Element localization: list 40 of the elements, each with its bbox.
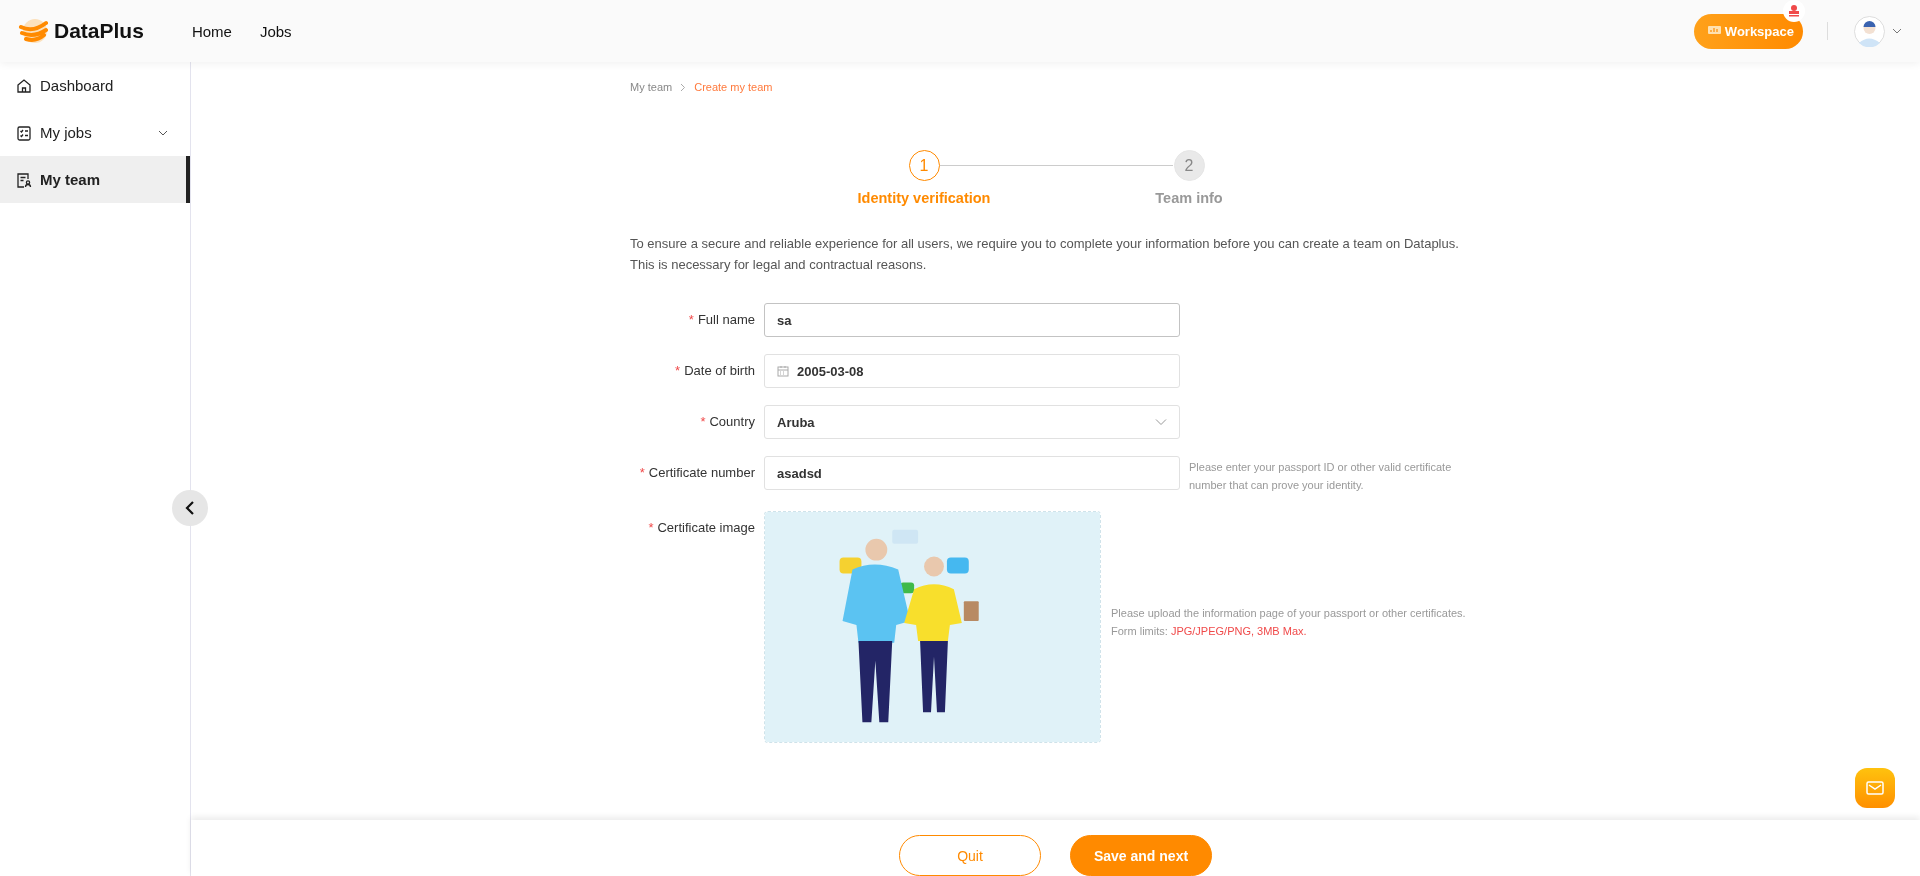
breadcrumb-item[interactable]: My team	[630, 81, 673, 93]
form-limits-label: Form limits:	[1111, 625, 1168, 637]
field-label: * Date of birth	[674, 362, 755, 380]
field-label: * Full name	[687, 311, 755, 329]
mail-icon	[1866, 781, 1884, 795]
sidebar-item[interactable]: My team	[0, 156, 190, 203]
step-number: 1	[908, 150, 940, 181]
chevron-down-icon	[1155, 418, 1167, 426]
text-field[interactable]: sa	[764, 303, 1180, 337]
step-label: Team info	[1155, 190, 1223, 206]
date-field[interactable]: 2005-03-08	[764, 354, 1180, 388]
checklist-icon	[16, 124, 32, 141]
form-limits-value: JPG/JPEG/PNG, 3MB Max.	[1170, 625, 1307, 637]
logo-icon	[18, 17, 48, 45]
brand-name: DataPlus	[54, 19, 144, 43]
text-field[interactable]: asadsd	[764, 456, 1180, 490]
chevron-down-icon[interactable]	[1892, 28, 1902, 34]
nav-link[interactable]: Jobs	[259, 22, 292, 40]
calendar-icon	[777, 365, 789, 377]
field-label: * Certificate number	[638, 464, 755, 482]
upload-hint: Please upload the information page of your passport or other certificates.	[1111, 606, 1466, 621]
field-label: * Certificate image	[647, 519, 755, 537]
sidebar-item[interactable]: Dashboard	[0, 62, 190, 109]
field-hint: Please enter your passport ID or other valid certificate number that can prove your identity.	[1189, 460, 1453, 493]
chevron-left-icon	[184, 500, 196, 516]
field-label: * Country	[699, 413, 755, 431]
step-label: Identity verification	[857, 190, 991, 206]
home-icon	[16, 77, 32, 94]
sidebar-item[interactable]: My jobs	[0, 109, 190, 156]
intro-text: To ensure a secure and reliable experience for all users, we require you to complete your information before you can create a team on Dataplus. This is necessary for legal and contractual reasons.	[630, 235, 1460, 274]
country-select[interactable]: Aruba	[764, 405, 1180, 439]
collapse-button[interactable]	[172, 490, 208, 526]
presentation-icon	[1707, 25, 1721, 37]
chevron-down-icon	[158, 129, 168, 136]
nav-link[interactable]: Home	[191, 22, 232, 40]
breadcrumb-item: Create my team	[694, 81, 773, 93]
step-number: 2	[1173, 150, 1205, 181]
document-person-icon	[16, 171, 32, 188]
chevron-right-icon	[680, 82, 687, 92]
avatar[interactable]	[1854, 15, 1885, 47]
